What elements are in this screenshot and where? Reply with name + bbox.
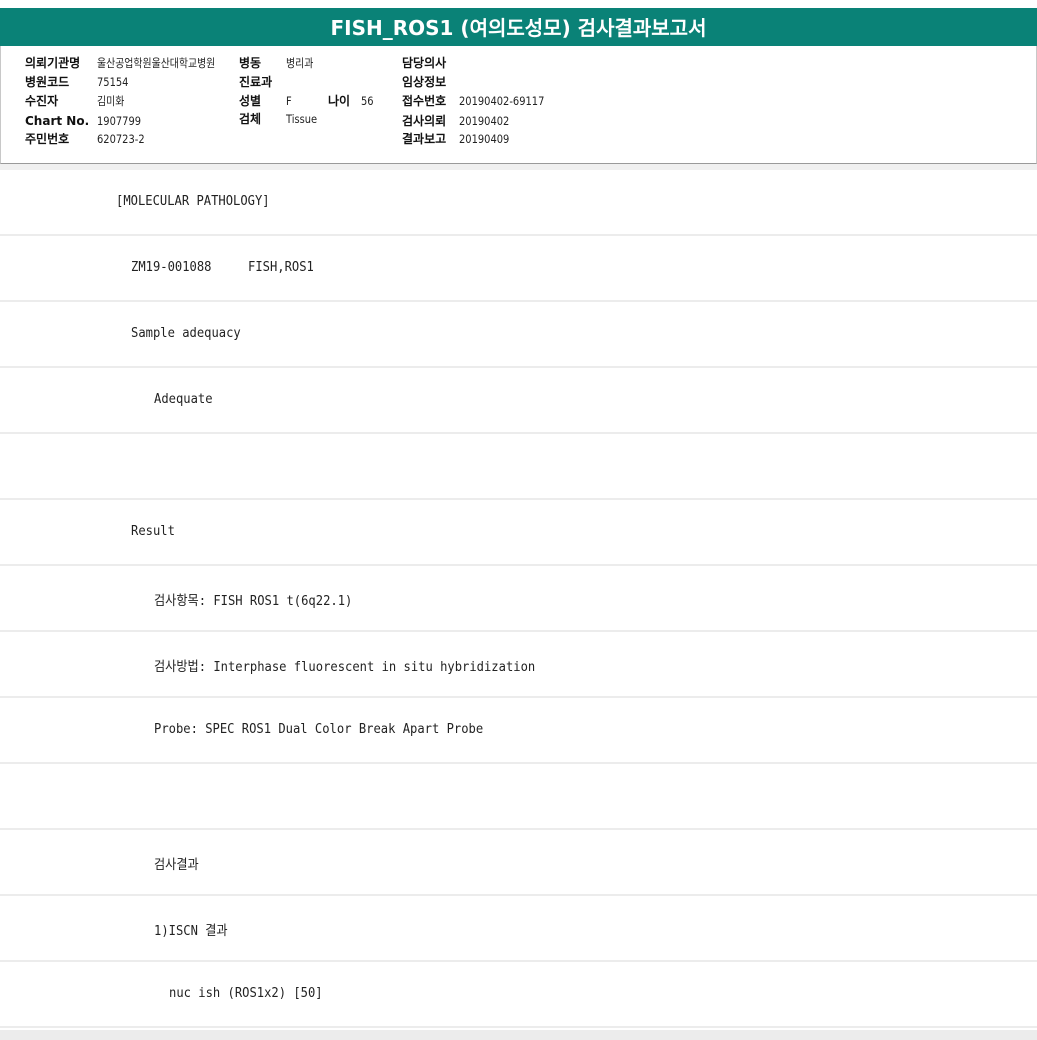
age-label: 나이 bbox=[328, 94, 351, 108]
sex-value: F bbox=[286, 94, 292, 108]
institution-label: 의뢰기관명 bbox=[25, 56, 81, 70]
patient-value: 김미화 bbox=[97, 94, 125, 108]
iscn-result-heading: 1)ISCN 결과 bbox=[154, 923, 228, 939]
hospital-code-value: 75154 bbox=[97, 75, 129, 89]
request-date-value: 20190402 bbox=[459, 114, 510, 128]
report-date-value: 20190409 bbox=[459, 132, 510, 146]
ward-value: 병리과 bbox=[286, 56, 314, 70]
report-line: 검사방법: Interphase fluorescent in situ hyb… bbox=[0, 632, 1037, 698]
report-line: 검사결과 bbox=[0, 830, 1037, 896]
institution-value: 울산공업학원울산대학교병원 bbox=[97, 56, 216, 70]
report-line: Adequate bbox=[0, 368, 1037, 434]
report-header: 의뢰기관명 울산공업학원울산대학교병원 병동 병리과 담당의사 병원코드 751… bbox=[0, 46, 1037, 164]
report-line: Probe: SPEC ROS1 Dual Color Break Apart … bbox=[0, 698, 1037, 764]
chart-no-value: 1907799 bbox=[97, 114, 142, 128]
report-line: ZM19-001088 FISH,ROS1 bbox=[0, 236, 1037, 302]
report-line: 1)ISCN 결과 bbox=[0, 896, 1037, 962]
resident-no-label: 주민번호 bbox=[25, 132, 70, 146]
iscn-result-value: nuc ish (ROS1x2) [50] bbox=[169, 985, 323, 1001]
sample-adequacy-heading: Sample adequacy bbox=[131, 325, 241, 341]
receipt-no-label: 접수번호 bbox=[402, 94, 447, 108]
test-method-line: 검사방법: Interphase fluorescent in situ hyb… bbox=[154, 659, 536, 675]
age-value: 56 bbox=[361, 94, 374, 108]
resident-no-value: 620723-2 bbox=[97, 132, 145, 146]
report-line: 검사항목: FISH ROS1 t(6q22.1) bbox=[0, 566, 1037, 632]
report-line: [MOLECULAR PATHOLOGY] bbox=[0, 170, 1037, 236]
report-line bbox=[0, 764, 1037, 830]
test-result-heading: 검사결과 bbox=[154, 857, 199, 873]
receipt-no-value: 20190402-69117 bbox=[459, 94, 545, 108]
department-label: 진료과 bbox=[239, 75, 273, 89]
section-heading: [MOLECULAR PATHOLOGY] bbox=[116, 193, 270, 209]
hospital-code-label: 병원코드 bbox=[25, 75, 70, 89]
doctor-label: 담당의사 bbox=[402, 56, 447, 70]
report-line: Result bbox=[0, 500, 1037, 566]
test-item-line: 검사항목: FISH ROS1 t(6q22.1) bbox=[154, 593, 353, 609]
chart-no-label: Chart No. bbox=[25, 114, 90, 128]
report-line bbox=[0, 434, 1037, 500]
ward-label: 병동 bbox=[239, 56, 262, 70]
sex-label: 성별 bbox=[239, 94, 262, 108]
report-body: [MOLECULAR PATHOLOGY] ZM19-001088 FISH,R… bbox=[0, 170, 1037, 1028]
report-line: Sample adequacy bbox=[0, 302, 1037, 368]
probe-line: Probe: SPEC ROS1 Dual Color Break Apart … bbox=[154, 721, 484, 737]
report-line: nuc ish (ROS1x2) [50] bbox=[0, 962, 1037, 1028]
specimen-value: Tissue bbox=[286, 112, 318, 126]
request-date-label: 검사의뢰 bbox=[402, 114, 447, 128]
sample-adequacy-value: Adequate bbox=[154, 391, 213, 407]
patient-label: 수진자 bbox=[25, 94, 59, 108]
clinical-info-label: 임상정보 bbox=[402, 75, 447, 89]
accession-line: ZM19-001088 FISH,ROS1 bbox=[131, 259, 314, 275]
report-title: FISH_ROS1 (여의도성모) 검사결과보고서 bbox=[0, 8, 1037, 46]
footer-band bbox=[0, 1030, 1037, 1040]
specimen-label: 검체 bbox=[239, 112, 262, 126]
report-date-label: 결과보고 bbox=[402, 132, 447, 146]
result-heading: Result bbox=[131, 523, 175, 539]
